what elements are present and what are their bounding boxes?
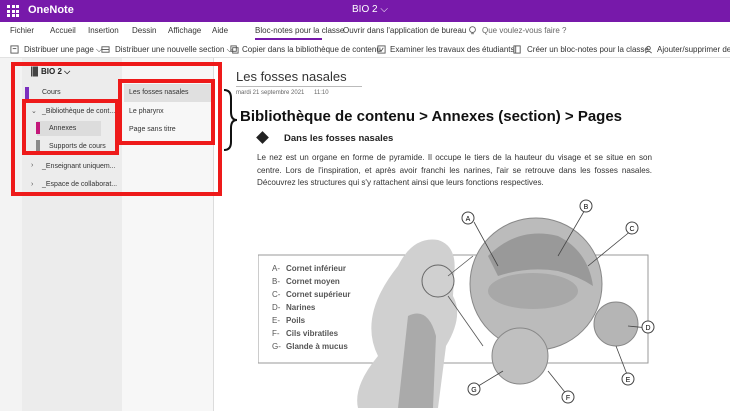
- callout-d-label: D: [645, 325, 650, 332]
- distribute-section-icon: [101, 46, 110, 53]
- cilia-detail: [491, 327, 549, 385]
- distribute-section-button[interactable]: Distribuer une nouvelle section ⌵: [115, 45, 233, 55]
- annotation-box-library: [22, 99, 119, 155]
- callout-b: B: [579, 199, 593, 213]
- add-remove-students-button[interactable]: Ajouter/supprimer des: [657, 45, 730, 54]
- callout-e-label: E: [626, 377, 631, 384]
- waffle-icon[interactable]: [7, 5, 19, 17]
- title-bar: OneNote BIO 2 ⌵: [0, 0, 730, 22]
- tab-fichier[interactable]: Fichier: [10, 26, 34, 35]
- callout-c: C: [625, 221, 639, 235]
- legend-row-g: G- Glande à mucus: [272, 342, 348, 351]
- legend-row-a: A- Cornet inférieur: [272, 264, 347, 273]
- callout-e: E: [621, 372, 635, 386]
- tab-accueil[interactable]: Accueil: [50, 26, 76, 35]
- content-heading[interactable]: Dans les fosses nasales: [284, 133, 393, 144]
- legend-row-f: F- Cils vibratiles: [272, 329, 339, 338]
- diamond-bullet-icon: [256, 131, 269, 144]
- callout-c-label: C: [629, 226, 634, 233]
- content-paragraph[interactable]: Le nez est un organe en forme de pyramid…: [257, 152, 652, 190]
- lightbulb-icon: [469, 26, 476, 35]
- tab-insertion[interactable]: Insertion: [88, 26, 119, 35]
- legend-row-d: D- Narines: [272, 303, 316, 312]
- callout-d: D: [641, 320, 655, 334]
- review-student-work-button[interactable]: Examiner les travaux des étudiants: [390, 45, 515, 54]
- review-icon: [377, 45, 386, 54]
- tell-me-search[interactable]: Que voulez-vous faire ?: [482, 26, 567, 35]
- command-bar: Distribuer une page ⌵ Distribuer une nou…: [0, 42, 730, 58]
- nose-detail: [593, 301, 639, 347]
- callout-g: G: [467, 382, 481, 396]
- add-remove-icon: [645, 45, 652, 54]
- callout-a-label: A: [466, 216, 471, 223]
- curly-brace-icon: [223, 89, 238, 151]
- copy-to-library-button[interactable]: Copier dans la bibliothèque de contenu: [242, 45, 381, 54]
- legend-row-b: B- Cornet moyen: [272, 277, 340, 286]
- distribute-page-button[interactable]: Distribuer une page ⌵: [24, 45, 102, 55]
- tab-ouvrir-bureau[interactable]: Ouvrir dans l'application de bureau: [343, 26, 466, 35]
- callout-f: F: [561, 390, 575, 404]
- page-date: mardi 21 septembre 2021: [236, 90, 305, 96]
- annotation-box-pages: [118, 79, 215, 145]
- document-name[interactable]: BIO 2 ⌵: [352, 4, 388, 15]
- page-title[interactable]: Les fosses nasales: [236, 69, 347, 84]
- legend-row-c: C- Cornet supérieur: [272, 290, 351, 299]
- distribute-page-icon: [10, 45, 19, 54]
- turbinate: [488, 273, 578, 309]
- create-class-notebook-button[interactable]: Créer un bloc-notes pour la classe: [527, 45, 649, 54]
- annotation-text: Bibliothèque de contenu > Annexes (secti…: [240, 108, 623, 125]
- nasal-cavity-diagram[interactable]: A B C D E F G: [258, 196, 670, 408]
- create-notebook-icon: [513, 45, 521, 54]
- legend-row-e: E- Poils: [272, 316, 306, 325]
- page-time: 11:10: [314, 90, 329, 96]
- app-name[interactable]: OneNote: [28, 4, 74, 16]
- title-underline: [236, 86, 362, 87]
- tab-bloc-notes-classe[interactable]: Bloc-notes pour la classe: [255, 26, 344, 35]
- copy-library-icon: [230, 45, 239, 54]
- tab-aide[interactable]: Aide: [212, 26, 228, 35]
- callout-b-label: B: [584, 204, 589, 211]
- tab-affichage[interactable]: Affichage: [168, 26, 201, 35]
- callout-f-label: F: [566, 395, 570, 402]
- active-tab-indicator: [255, 38, 322, 40]
- callout-a: A: [461, 211, 475, 225]
- ribbon-tabs: Fichier Accueil Insertion Dessin Afficha…: [0, 22, 730, 42]
- tab-dessin[interactable]: Dessin: [132, 26, 156, 35]
- callout-g-label: G: [471, 387, 476, 394]
